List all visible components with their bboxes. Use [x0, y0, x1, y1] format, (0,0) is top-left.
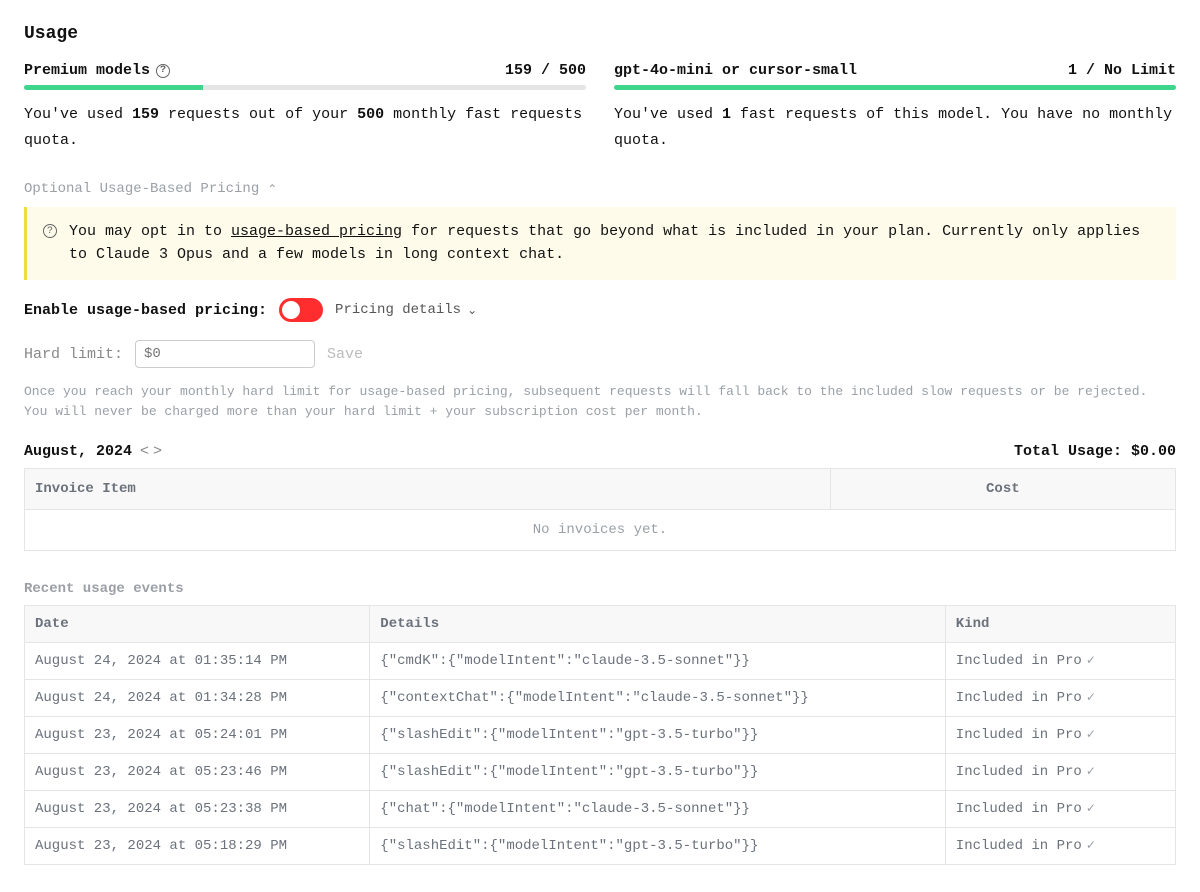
- optional-pricing-toggle[interactable]: Optional Usage-Based Pricing ⌃: [24, 181, 1176, 197]
- premium-progress: [24, 85, 586, 90]
- premium-usage-card: Premium models ? 159 / 500 You've used 1…: [24, 62, 586, 153]
- check-icon: ✓: [1086, 802, 1096, 816]
- event-kind: Included in Pro✓: [945, 643, 1175, 680]
- check-icon: ✓: [1086, 691, 1096, 705]
- event-date: August 23, 2024 at 05:24:01 PM: [25, 717, 370, 754]
- check-icon: ✓: [1086, 654, 1096, 668]
- events-table: Date Details Kind August 24, 2024 at 01:…: [24, 605, 1176, 865]
- event-date: August 24, 2024 at 01:34:28 PM: [25, 680, 370, 717]
- recent-events-title: Recent usage events: [24, 581, 1176, 597]
- total-usage: Total Usage: $0.00: [1014, 443, 1176, 460]
- check-icon: ✓: [1086, 765, 1096, 779]
- events-kind-header: Kind: [945, 606, 1175, 643]
- event-date: August 24, 2024 at 01:35:14 PM: [25, 643, 370, 680]
- optional-pricing-label: Optional Usage-Based Pricing: [24, 181, 259, 197]
- event-details: {"contextChat":{"modelIntent":"claude-3.…: [370, 680, 946, 717]
- hard-limit-input[interactable]: [135, 340, 315, 368]
- event-details: {"slashEdit":{"modelIntent":"gpt-3.5-tur…: [370, 754, 946, 791]
- table-row: August 24, 2024 at 01:35:14 PM{"cmdK":{"…: [25, 643, 1176, 680]
- pricing-notice: ? You may opt in to usage-based pricing …: [24, 207, 1176, 280]
- table-row: August 23, 2024 at 05:18:29 PM{"slashEdi…: [25, 828, 1176, 865]
- event-kind: Included in Pro✓: [945, 754, 1175, 791]
- hard-limit-fineprint: Once you reach your monthly hard limit f…: [24, 382, 1176, 421]
- mini-progress: [614, 85, 1176, 90]
- check-icon: ✓: [1086, 839, 1096, 853]
- month-prev-button[interactable]: <: [140, 443, 149, 460]
- pricing-details-toggle[interactable]: Pricing details ⌄: [335, 302, 477, 318]
- page-title: Usage: [24, 24, 1176, 44]
- month-label: August, 2024: [24, 443, 132, 460]
- event-kind: Included in Pro✓: [945, 717, 1175, 754]
- enable-pricing-toggle[interactable]: [279, 298, 323, 322]
- save-button[interactable]: Save: [327, 346, 363, 363]
- event-date: August 23, 2024 at 05:18:29 PM: [25, 828, 370, 865]
- hard-limit-label: Hard limit:: [24, 346, 123, 363]
- mini-usage-card: gpt-4o-mini or cursor-small 1 / No Limit…: [614, 62, 1176, 153]
- mini-label: gpt-4o-mini or cursor-small: [614, 62, 857, 79]
- event-kind: Included in Pro✓: [945, 828, 1175, 865]
- invoice-item-header: Invoice Item: [25, 469, 831, 510]
- table-row: August 23, 2024 at 05:24:01 PM{"slashEdi…: [25, 717, 1176, 754]
- mini-desc: You've used 1 fast requests of this mode…: [614, 102, 1176, 153]
- help-icon[interactable]: ?: [156, 64, 170, 78]
- event-kind: Included in Pro✓: [945, 680, 1175, 717]
- chevron-up-icon: ⌃: [267, 182, 277, 197]
- event-details: {"slashEdit":{"modelIntent":"gpt-3.5-tur…: [370, 717, 946, 754]
- event-date: August 23, 2024 at 05:23:38 PM: [25, 791, 370, 828]
- mini-count: 1 / No Limit: [1068, 62, 1176, 79]
- invoice-empty: No invoices yet.: [25, 510, 1176, 551]
- event-date: August 23, 2024 at 05:23:46 PM: [25, 754, 370, 791]
- premium-label: Premium models ?: [24, 62, 170, 79]
- premium-desc: You've used 159 requests out of your 500…: [24, 102, 586, 153]
- table-row: August 23, 2024 at 05:23:46 PM{"slashEdi…: [25, 754, 1176, 791]
- premium-label-text: Premium models: [24, 62, 150, 79]
- events-date-header: Date: [25, 606, 370, 643]
- event-details: {"slashEdit":{"modelIntent":"gpt-3.5-tur…: [370, 828, 946, 865]
- usage-pricing-link[interactable]: usage-based pricing: [231, 223, 402, 240]
- event-kind: Included in Pro✓: [945, 791, 1175, 828]
- invoice-table: Invoice Item Cost No invoices yet.: [24, 468, 1176, 551]
- events-details-header: Details: [370, 606, 946, 643]
- event-details: {"cmdK":{"modelIntent":"claude-3.5-sonne…: [370, 643, 946, 680]
- help-icon[interactable]: ?: [43, 224, 57, 238]
- invoice-cost-header: Cost: [830, 469, 1175, 510]
- table-row: August 24, 2024 at 01:34:28 PM{"contextC…: [25, 680, 1176, 717]
- enable-pricing-label: Enable usage-based pricing:: [24, 302, 267, 319]
- month-next-button[interactable]: >: [153, 443, 162, 460]
- chevron-down-icon: ⌄: [467, 303, 477, 318]
- check-icon: ✓: [1086, 728, 1096, 742]
- table-row: August 23, 2024 at 05:23:38 PM{"chat":{"…: [25, 791, 1176, 828]
- event-details: {"chat":{"modelIntent":"claude-3.5-sonne…: [370, 791, 946, 828]
- premium-count: 159 / 500: [505, 62, 586, 79]
